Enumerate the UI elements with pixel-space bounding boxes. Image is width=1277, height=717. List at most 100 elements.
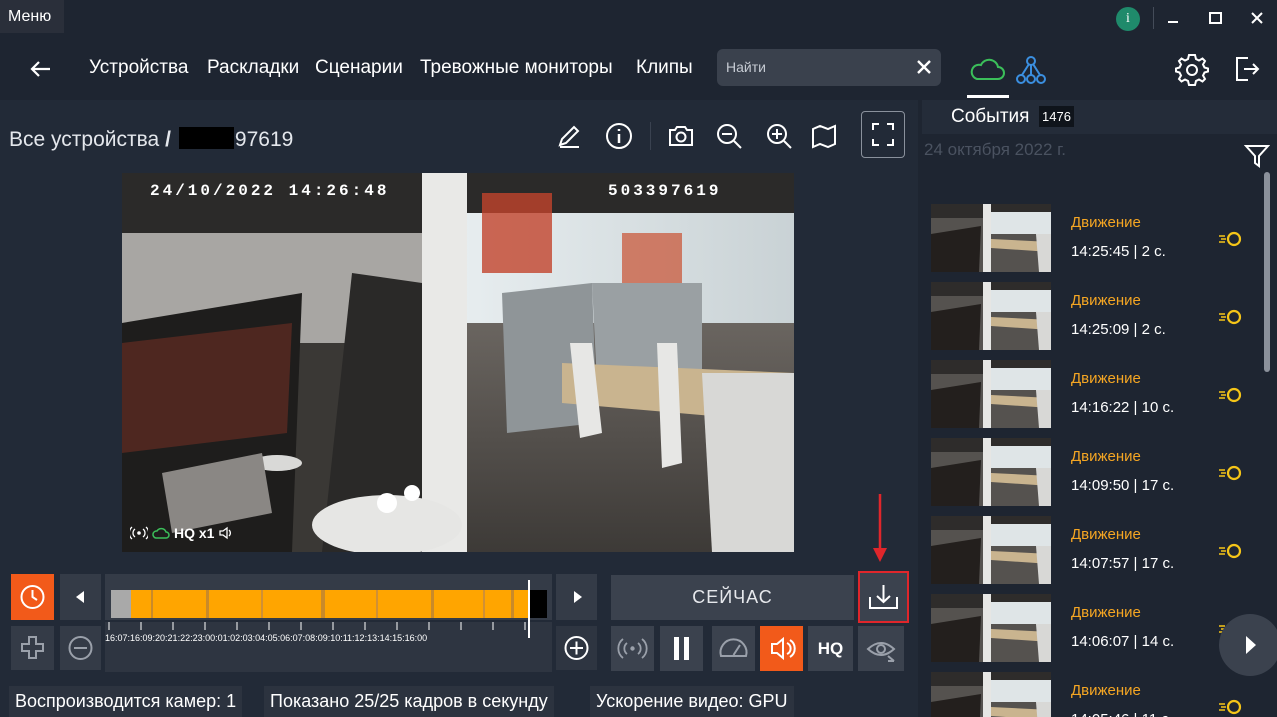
minimize-button[interactable] — [1160, 6, 1186, 32]
hq-button[interactable]: HQ — [808, 626, 853, 671]
event-thumbnail-image — [931, 438, 1051, 506]
sound-button[interactable] — [760, 626, 803, 671]
nav-layouts[interactable]: Раскладки — [207, 57, 299, 79]
event-time: 14:05:46 | 11 с. — [1071, 711, 1173, 717]
zoom-out-view-button[interactable] — [713, 120, 745, 152]
archive-clock-button[interactable] — [11, 574, 54, 620]
minus-circle-icon — [68, 636, 93, 660]
event-item[interactable]: Движение 14:07:57 | 17 с. — [931, 516, 1261, 584]
timeline-zoom-in-button[interactable] — [11, 626, 54, 670]
settings-button[interactable] — [1175, 52, 1209, 86]
cloud-tab[interactable] — [967, 52, 1009, 98]
nav-clips[interactable]: Клипы — [636, 57, 693, 79]
event-item[interactable]: Движение 14:05:46 | 11 с. — [931, 672, 1261, 717]
magnifier-minus-icon — [717, 124, 742, 149]
triangle-left-icon — [76, 591, 84, 603]
speaker-icon — [771, 636, 796, 661]
event-item[interactable]: Движение 14:25:45 | 2 с. — [931, 204, 1261, 272]
events-title: События — [951, 106, 1030, 127]
menu-button[interactable]: Меню — [0, 0, 64, 33]
camera-video-frame[interactable]: 24/10/2022 14:26:48 503397619 HQ x1 — [122, 173, 794, 552]
event-thumbnail[interactable] — [931, 204, 1051, 272]
event-time: 14:16:22 | 10 с. — [1071, 399, 1175, 416]
redacted-device-name — [178, 127, 234, 149]
quality-label: HQ x1 — [174, 525, 215, 541]
download-button[interactable] — [858, 571, 909, 623]
edit-button[interactable] — [553, 120, 585, 152]
event-thumbnail[interactable] — [931, 516, 1051, 584]
timeline-next-button[interactable] — [556, 574, 597, 620]
speed-button[interactable] — [712, 626, 755, 671]
back-button[interactable] — [26, 54, 56, 84]
breadcrumb-root[interactable]: Все устройства — [9, 128, 159, 151]
nav-scenarios[interactable]: Сценарии — [315, 57, 403, 79]
video-status-overlay: HQ x1 — [130, 525, 234, 541]
timeline-bar[interactable] — [105, 574, 552, 620]
expand-icon — [872, 123, 894, 146]
broadcast-icon — [130, 526, 148, 540]
timeline-cursor[interactable] — [528, 580, 530, 638]
device-tree-tab[interactable] — [1015, 54, 1047, 86]
logout-button[interactable] — [1233, 54, 1261, 84]
event-item[interactable]: Движение 14:09:50 | 17 с. — [931, 438, 1261, 506]
info-button[interactable] — [603, 120, 635, 152]
event-thumbnail[interactable] — [931, 360, 1051, 428]
event-type: Движение — [1071, 370, 1141, 387]
broadcast-icon — [617, 638, 648, 659]
map-icon — [812, 124, 836, 149]
event-thumbnail[interactable] — [931, 672, 1051, 717]
now-button[interactable]: СЕЙЧАС — [611, 575, 854, 620]
zoom-in-view-button[interactable] — [763, 120, 795, 152]
event-item[interactable]: Движение 14:25:09 | 2 с. — [931, 282, 1261, 350]
nav-alarm-monitors[interactable]: Тревожные мониторы — [420, 57, 613, 79]
event-item[interactable]: Движение 14:06:07 | 14 с. — [931, 594, 1261, 662]
maximize-icon — [1209, 12, 1222, 24]
event-time: 14:09:50 | 17 с. — [1071, 477, 1175, 494]
clear-search-button[interactable] — [915, 58, 933, 76]
status-acceleration: Ускорение видео: GPU — [590, 686, 794, 717]
event-thumbnail-image — [931, 204, 1051, 272]
event-time: 14:06:07 | 14 с. — [1071, 633, 1175, 650]
timeline-zoom-out-button[interactable] — [60, 626, 101, 670]
motion-icon — [1219, 465, 1242, 481]
snapshot-button[interactable] — [665, 120, 697, 152]
status-cameras: Воспроизводится камер: 1 — [9, 686, 243, 717]
event-type: Движение — [1071, 604, 1141, 621]
network-tree-icon — [1016, 56, 1046, 84]
close-window-button[interactable] — [1244, 6, 1270, 32]
osd-device-id: 503397619 — [608, 182, 722, 200]
event-thumbnail-image — [931, 594, 1051, 662]
maximize-button[interactable] — [1202, 6, 1228, 32]
next-events-button[interactable] — [1219, 614, 1277, 676]
close-icon — [917, 60, 931, 74]
timeline-labels: 16:07:16:09:20:21:22:23:00:01:02:03:04:0… — [105, 633, 428, 643]
camera-icon — [669, 126, 693, 146]
broadcast-button[interactable] — [611, 626, 654, 671]
filter-icon — [1244, 145, 1270, 168]
arrow-left-icon — [30, 61, 50, 77]
map-button[interactable] — [808, 120, 840, 152]
speaker-icon — [219, 526, 232, 540]
info-icon[interactable]: i — [1116, 7, 1140, 31]
filter-button[interactable] — [1244, 143, 1270, 169]
pause-button[interactable] — [660, 626, 703, 671]
plus-icon — [21, 636, 44, 659]
download-icon — [869, 585, 898, 609]
ptz-button[interactable] — [858, 626, 904, 671]
osd-datetime: 24/10/2022 14:26:48 — [150, 182, 390, 200]
clock-icon — [20, 585, 45, 609]
timeline-scale[interactable]: 16:07:16:09:20:21:22:23:00:01:02:03:04:0… — [105, 622, 552, 672]
fullscreen-button[interactable] — [861, 111, 905, 158]
timeline-track — [111, 590, 547, 618]
event-thumbnail[interactable] — [931, 438, 1051, 506]
search-input[interactable] — [726, 57, 906, 77]
pause-icon — [674, 637, 689, 660]
nav-devices[interactable]: Устройства — [89, 57, 188, 79]
timeline-add-button[interactable] — [556, 626, 597, 670]
titlebar-divider — [1153, 7, 1154, 29]
event-thumbnail[interactable] — [931, 282, 1051, 350]
timeline-prev-button[interactable] — [60, 574, 101, 620]
event-item[interactable]: Движение 14:16:22 | 10 с. — [931, 360, 1261, 428]
event-thumbnail[interactable] — [931, 594, 1051, 662]
events-scrollbar[interactable] — [1264, 172, 1270, 372]
